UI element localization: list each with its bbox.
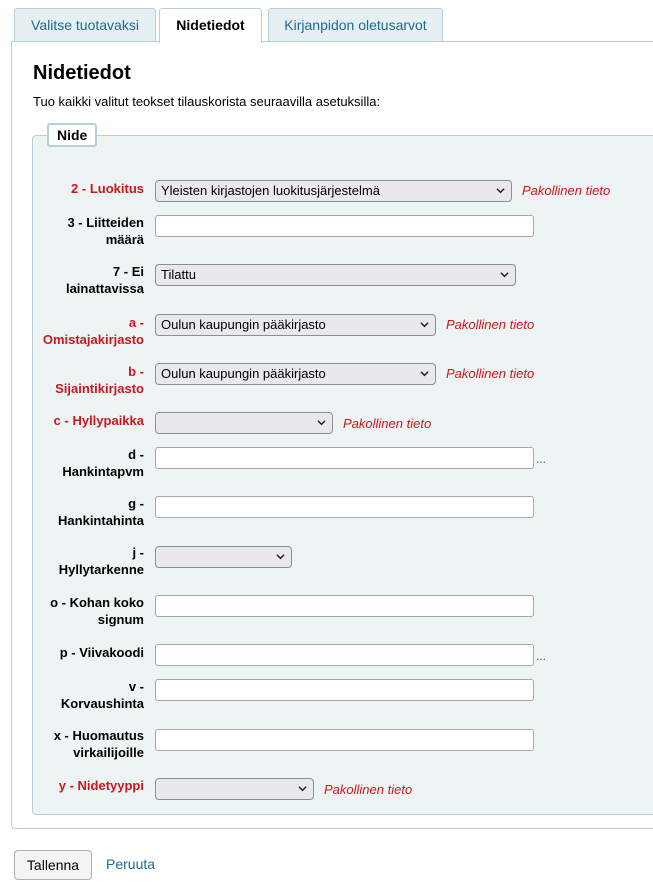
hyllypaikka-required-note: Pakollinen tieto	[343, 416, 432, 431]
hyllytarkenne-label: j - Hyllytarkenne	[58, 545, 144, 577]
hankintahinta-label: g - Hankintahinta	[58, 496, 144, 528]
kohan-koko-signum-label: o - Kohan koko signum	[50, 595, 144, 627]
omistajakirjasto-label: a - Omistajakirjasto	[42, 315, 144, 347]
hyllypaikka-select[interactable]	[155, 412, 333, 434]
chevron-down-icon	[276, 554, 285, 560]
hyllypaikka-label: c - Hyllypaikka	[53, 413, 144, 428]
huomautus-label: x - Huomautus virkailijoille	[53, 728, 144, 760]
sijaintikirjasto-select[interactable]: Oulun kaupungin pääkirjasto	[155, 363, 436, 385]
luokitus-label: 2 - Luokitus	[71, 181, 144, 196]
tab-bar: Valitse tuotavaksi Nidetiedot Kirjanpido…	[0, 0, 653, 43]
hyllytarkenne-select[interactable]	[155, 546, 292, 568]
ei-lainattavissa-value: Tilattu	[161, 267, 196, 282]
chevron-down-icon	[496, 188, 505, 194]
nidetyyppi-required-note: Pakollinen tieto	[324, 782, 413, 797]
liitteiden-maara-label: 3 - Liitteiden määrä	[67, 215, 144, 247]
chevron-down-icon	[420, 371, 429, 377]
tab-kirjanpidon-oletusarvot[interactable]: Kirjanpidon oletusarvot	[268, 8, 443, 41]
nidetyyppi-label: y - Nidetyyppi	[58, 778, 144, 793]
sijaintikirjasto-label: b - Sijaintikirjasto	[55, 364, 144, 396]
luokitus-required-note: Pakollinen tieto	[522, 183, 611, 198]
ei-lainattavissa-select[interactable]: Tilattu	[155, 264, 516, 286]
luokitus-select[interactable]: Yleisten kirjastojen luokitusjärjestelmä	[155, 180, 512, 202]
luokitus-value: Yleisten kirjastojen luokitusjärjestelmä	[161, 183, 380, 198]
save-button[interactable]: Tallenna	[14, 850, 92, 880]
chevron-down-icon	[317, 420, 326, 426]
viivakoodi-input[interactable]	[155, 644, 534, 666]
fieldset-legend: Nide	[47, 123, 98, 147]
hankintapvm-input[interactable]	[155, 447, 534, 469]
viivakoodi-label: p - Viivakoodi	[59, 645, 144, 660]
chevron-down-icon	[298, 786, 307, 792]
page-title: Nidetiedot	[33, 62, 131, 84]
tab-valitse-tuotavaksi[interactable]: Valitse tuotavaksi	[14, 8, 156, 41]
kohan-koko-signum-input[interactable]	[155, 595, 534, 617]
huomautus-input[interactable]	[155, 729, 534, 751]
hankintahinta-input[interactable]	[155, 496, 534, 518]
liitteiden-maara-input[interactable]	[155, 215, 534, 237]
omistajakirjasto-value: Oulun kaupungin pääkirjasto	[161, 317, 326, 332]
hankintapvm-label: d - Hankintapvm	[62, 447, 144, 479]
hankintapvm-plugin-link[interactable]: ...	[536, 452, 546, 466]
viivakoodi-plugin-link[interactable]: ...	[536, 649, 546, 663]
chevron-down-icon	[500, 272, 509, 278]
omistajakirjasto-select[interactable]: Oulun kaupungin pääkirjasto	[155, 314, 436, 336]
chevron-down-icon	[420, 322, 429, 328]
ei-lainattavissa-label: 7 - Ei lainattavissa	[65, 264, 144, 296]
omistajakirjasto-required-note: Pakollinen tieto	[446, 317, 535, 332]
tab-nidetiedot[interactable]: Nidetiedot	[159, 8, 262, 43]
korvaushinta-input[interactable]	[155, 679, 534, 701]
intro-text: Tuo kaikki valitut teokset tilauskorista…	[33, 94, 381, 109]
cancel-link[interactable]: Peruuta	[106, 856, 155, 872]
sijaintikirjasto-required-note: Pakollinen tieto	[446, 366, 535, 381]
sijaintikirjasto-value: Oulun kaupungin pääkirjasto	[161, 366, 326, 381]
korvaushinta-label: v - Korvaushinta	[60, 679, 144, 711]
nidetyyppi-select[interactable]	[155, 778, 314, 800]
